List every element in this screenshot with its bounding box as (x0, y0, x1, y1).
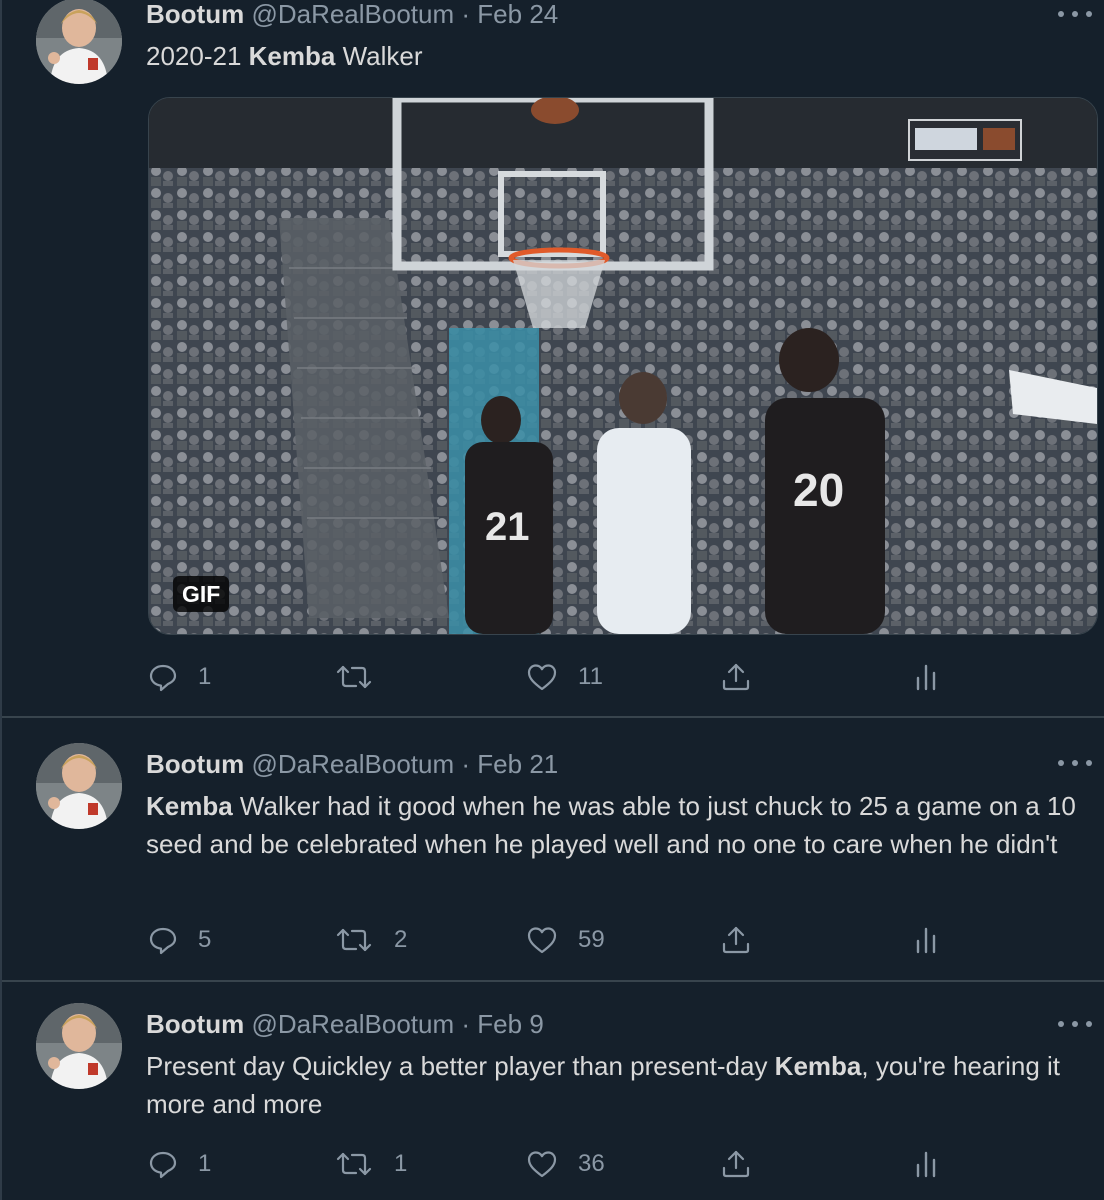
share-icon (722, 663, 750, 691)
tweet-date[interactable]: Feb 24 (477, 0, 558, 29)
reply-button[interactable]: 5 (148, 920, 211, 960)
reply-count: 1 (198, 663, 212, 690)
retweet-count: 1 (394, 1150, 408, 1177)
like-icon (527, 664, 557, 691)
author-handle[interactable]: @DaRealBootum (251, 1009, 454, 1039)
more-icon[interactable] (1058, 753, 1092, 773)
retweet-icon (336, 1152, 372, 1176)
reply-icon (149, 927, 177, 955)
analytics-icon (916, 927, 936, 954)
like-button[interactable]: 36 (526, 1144, 605, 1184)
reply-icon (149, 1151, 177, 1179)
tweet-actions: 1 1 36 (148, 1144, 948, 1184)
author-handle[interactable]: @DaRealBootum (251, 0, 454, 29)
timeline: Bootum @DaRealBootum · Feb 24 2020-21 Ke… (0, 0, 1104, 1200)
retweet-count: 2 (394, 926, 408, 953)
reply-button[interactable]: 1 (148, 657, 211, 697)
avatar[interactable] (36, 0, 122, 84)
tweet-text: Kemba Walker had it good when he was abl… (146, 787, 1076, 863)
like-icon (527, 927, 557, 954)
share-button[interactable] (720, 1144, 752, 1184)
analytics-button[interactable] (914, 657, 938, 697)
like-icon (527, 1151, 557, 1178)
analytics-icon (916, 664, 936, 691)
tweet-text: Present day Quickley a better player tha… (146, 1047, 1076, 1123)
jersey-number: 20 (793, 464, 844, 516)
avatar[interactable] (36, 1003, 122, 1089)
retweet-button[interactable] (334, 657, 394, 697)
more-icon[interactable] (1058, 4, 1092, 24)
like-count: 36 (578, 1150, 605, 1177)
share-button[interactable] (720, 657, 752, 697)
share-button[interactable] (720, 920, 752, 960)
tweet-header: Bootum @DaRealBootum · Feb 21 (146, 748, 1064, 780)
tweet[interactable]: Bootum @DaRealBootum · Feb 24 2020-21 Ke… (2, 0, 1104, 718)
tweet-date[interactable]: Feb 9 (477, 1009, 544, 1039)
separator: · (461, 0, 471, 29)
tweet-actions: 1 11 (148, 657, 948, 697)
author-name[interactable]: Bootum (146, 749, 244, 779)
like-count: 11 (578, 663, 603, 690)
tweet[interactable]: Bootum @DaRealBootum · Feb 21 Kemba Walk… (2, 720, 1104, 982)
separator: · (461, 749, 471, 779)
tweet-date[interactable]: Feb 21 (477, 749, 558, 779)
more-icon[interactable] (1058, 1014, 1092, 1034)
gif-media[interactable]: 21 20 GIF (148, 97, 1098, 635)
reply-count: 1 (198, 1150, 212, 1177)
reply-count: 5 (198, 926, 212, 953)
separator: · (461, 1009, 471, 1039)
author-name[interactable]: Bootum (146, 0, 244, 29)
tweet[interactable]: Bootum @DaRealBootum · Feb 9 Present day… (2, 984, 1104, 1200)
tweet-text: 2020-21 Kemba Walker (146, 37, 1076, 75)
text-segment: Walker had it good when he was able to j… (146, 791, 1076, 859)
highlight-term: Kemba (146, 791, 233, 821)
retweet-button[interactable]: 1 (334, 1144, 407, 1184)
like-button[interactable]: 11 (526, 657, 603, 697)
retweet-icon (336, 928, 372, 952)
retweet-icon (336, 665, 372, 689)
gif-badge: GIF (173, 576, 230, 612)
text-segment: Walker (335, 41, 423, 71)
retweet-button[interactable]: 2 (334, 920, 407, 960)
share-icon (722, 1150, 750, 1178)
share-icon (722, 926, 750, 954)
tweet-header: Bootum @DaRealBootum · Feb 24 (146, 0, 1064, 30)
author-handle[interactable]: @DaRealBootum (251, 749, 454, 779)
avatar[interactable] (36, 743, 122, 829)
text-segment: 2020-21 (146, 41, 249, 71)
tweet-header: Bootum @DaRealBootum · Feb 9 (146, 1008, 1064, 1040)
highlight-term: Kemba (248, 41, 336, 71)
like-button[interactable]: 59 (526, 920, 605, 960)
analytics-button[interactable] (914, 1144, 938, 1184)
analytics-icon (916, 1151, 936, 1178)
tweet-actions: 5 2 59 (148, 920, 948, 960)
author-name[interactable]: Bootum (146, 1009, 244, 1039)
like-count: 59 (578, 926, 605, 953)
highlight-term: Kemba (774, 1051, 862, 1081)
reply-button[interactable]: 1 (148, 1144, 211, 1184)
text-segment: Present day Quickley a better player tha… (146, 1051, 775, 1081)
reply-icon (149, 664, 177, 692)
jersey-number: 21 (485, 505, 530, 549)
analytics-button[interactable] (914, 920, 938, 960)
